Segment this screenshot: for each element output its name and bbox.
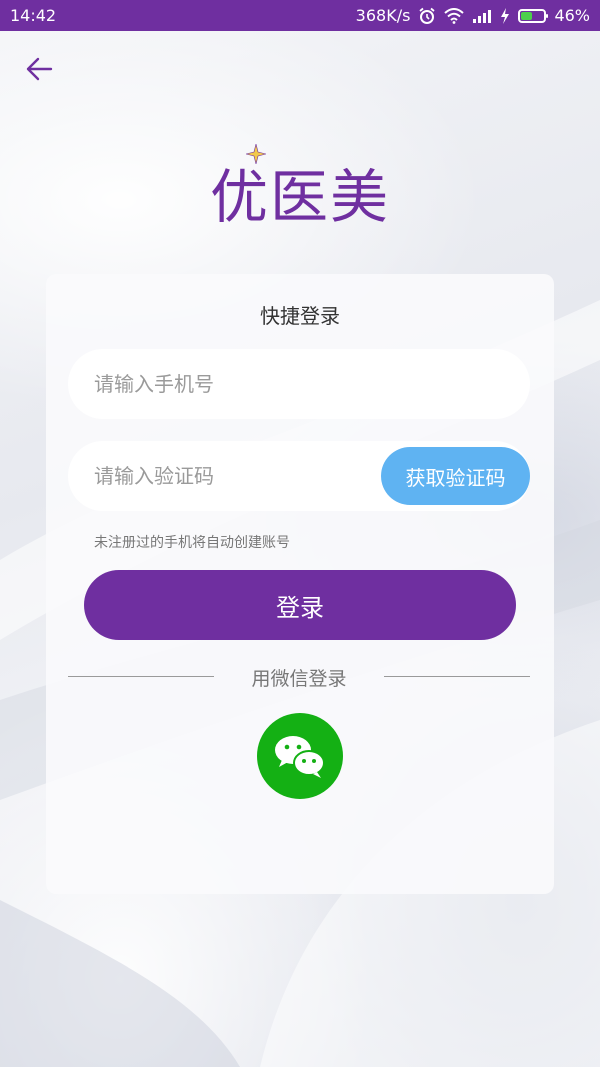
logo-text: 优医美 bbox=[209, 144, 390, 234]
back-button[interactable] bbox=[22, 52, 56, 86]
network-speed: 368K/s bbox=[355, 6, 411, 25]
auto-register-hint: 未注册过的手机将自动创建账号 bbox=[94, 535, 290, 551]
wifi-icon bbox=[444, 7, 465, 24]
wechat-divider: 用微信登录 bbox=[68, 664, 530, 690]
phone-field bbox=[68, 349, 530, 419]
battery-percent: 46% bbox=[554, 6, 590, 25]
divider-line-right bbox=[384, 676, 530, 677]
battery-fill bbox=[521, 11, 532, 20]
back-arrow-icon bbox=[26, 57, 53, 81]
signal-icon bbox=[473, 9, 492, 23]
wechat-login-button[interactable] bbox=[257, 713, 343, 799]
verification-code-field: 获取验证码 bbox=[68, 441, 530, 511]
login-card: 快捷登录 获取验证码 未注册过的手机将自动创建账号 登录 用微信登录 bbox=[46, 274, 554, 894]
phone-input[interactable] bbox=[68, 349, 530, 419]
sparkle-star-icon bbox=[245, 144, 266, 164]
wechat-login-label: 用微信登录 bbox=[251, 668, 347, 690]
status-time: 14:42 bbox=[10, 6, 57, 25]
login-button[interactable]: 登录 bbox=[84, 570, 516, 640]
battery-icon bbox=[518, 8, 549, 23]
status-icons: 368K/s 46% bbox=[356, 6, 590, 25]
app-logo: 优医美 bbox=[0, 144, 600, 234]
charging-icon bbox=[501, 7, 510, 24]
status-bar: 14:42 368K/s 46% bbox=[0, 0, 600, 31]
get-code-button[interactable]: 获取验证码 bbox=[381, 447, 530, 505]
logo-label: 优医美 bbox=[209, 163, 390, 231]
card-title: 快捷登录 bbox=[260, 304, 340, 328]
wechat-icon bbox=[275, 736, 325, 778]
alarm-icon bbox=[419, 7, 436, 24]
